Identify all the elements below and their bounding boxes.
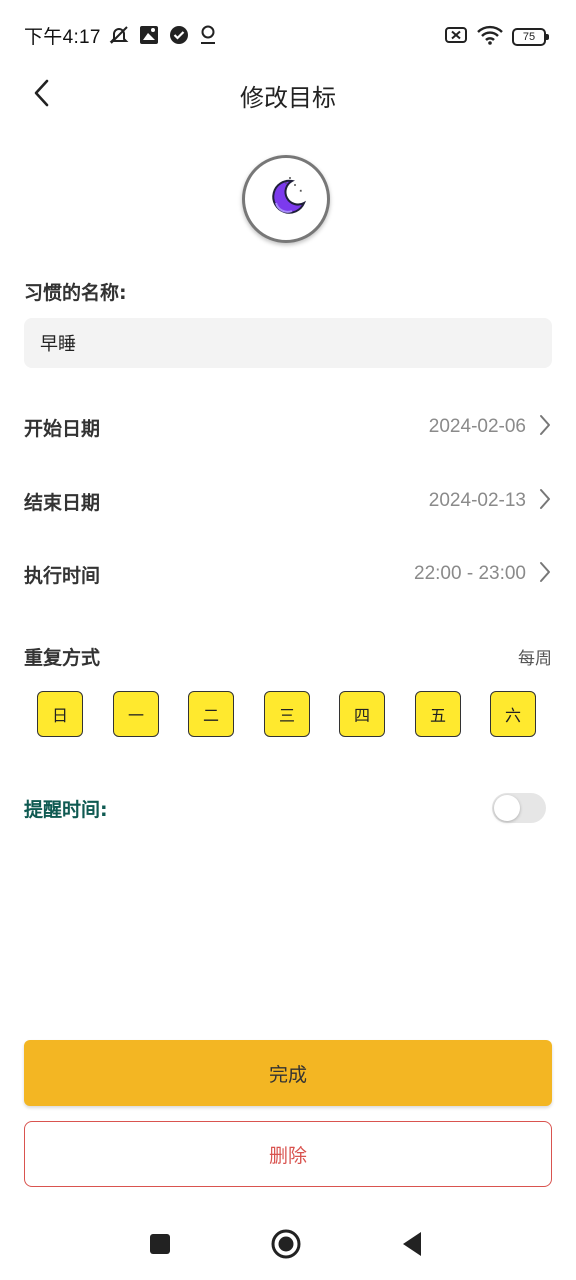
reminder-label: 提醒时间: (24, 798, 108, 821)
location-icon (198, 24, 218, 46)
check-circle-icon (168, 24, 190, 46)
home-button[interactable] (268, 1228, 304, 1264)
chevron-right-icon (538, 561, 552, 587)
day-button-wed[interactable]: 三 (264, 691, 310, 737)
reminder-toggle[interactable] (492, 793, 546, 823)
reminder-row: 提醒时间: (24, 788, 552, 828)
exec-time-value: 22:00 - 23:00 (414, 563, 526, 584)
end-date-row[interactable]: 结束日期 2024-02-13 (24, 481, 552, 521)
status-right-icons: 75 (444, 24, 549, 50)
image-icon (138, 24, 160, 46)
start-date-value: 2024-02-06 (428, 416, 526, 437)
habit-name-label: 习惯的名称: (24, 282, 127, 304)
end-date-label: 结束日期 (24, 491, 101, 514)
mute-bell-icon (108, 24, 130, 46)
back-triangle-icon (400, 1230, 424, 1262)
day-button-mon[interactable]: 一 (113, 691, 159, 737)
sim-x-icon (444, 25, 468, 49)
day-button-thu[interactable]: 四 (339, 691, 385, 737)
exec-time-row[interactable]: 执行时间 22:00 - 23:00 (24, 554, 552, 594)
recent-apps-button[interactable] (142, 1228, 178, 1264)
chevron-right-icon (538, 414, 552, 440)
done-button[interactable]: 完成 (24, 1040, 552, 1106)
weekday-selector: 日 一 二 三 四 五 六 (37, 691, 539, 739)
back-nav-button[interactable] (394, 1228, 430, 1264)
square-icon (148, 1232, 172, 1260)
repeat-label: 重复方式 (24, 646, 101, 669)
habit-avatar[interactable] (242, 155, 330, 243)
delete-button[interactable]: 删除 (24, 1121, 552, 1187)
end-date-value: 2024-02-13 (428, 490, 526, 511)
status-time: 下午4:17 (24, 27, 101, 48)
chevron-right-icon (538, 488, 552, 514)
toggle-knob (494, 795, 520, 821)
exec-time-label: 执行时间 (24, 564, 101, 587)
day-button-sun[interactable]: 日 (37, 691, 83, 737)
wifi-icon (476, 24, 504, 50)
home-circle-icon (270, 1228, 302, 1264)
system-nav-bar (0, 1210, 576, 1280)
moon-icon (262, 173, 310, 225)
repeat-mode-select[interactable]: 每周 (518, 644, 552, 669)
header: 修改目标 (0, 72, 576, 118)
habit-name-input[interactable] (24, 318, 552, 368)
status-left-icons (108, 24, 218, 46)
battery-icon: 75 (512, 28, 549, 46)
day-button-tue[interactable]: 二 (188, 691, 234, 737)
page-title: 修改目标 (240, 84, 336, 112)
start-date-row[interactable]: 开始日期 2024-02-06 (24, 407, 552, 447)
day-button-sat[interactable]: 六 (490, 691, 536, 737)
day-button-fri[interactable]: 五 (415, 691, 461, 737)
repeat-row: 重复方式 每周 (24, 636, 552, 676)
status-bar: 下午4:17 75 (0, 0, 576, 72)
start-date-label: 开始日期 (24, 417, 101, 440)
